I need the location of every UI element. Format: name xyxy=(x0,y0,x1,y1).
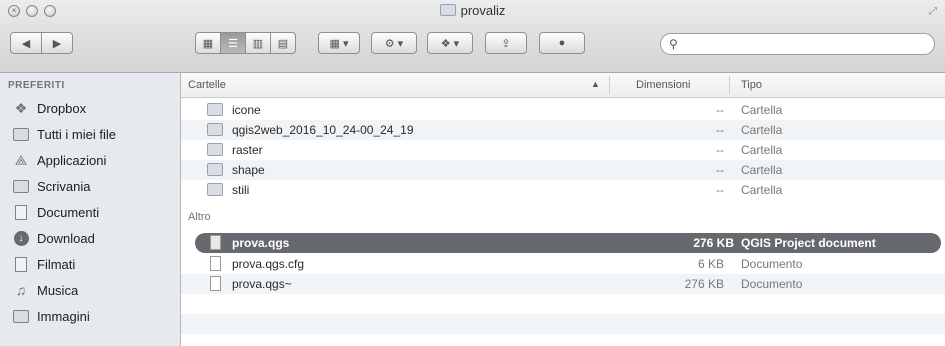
search-input[interactable]: ⚲ xyxy=(660,33,935,55)
item-kind: Documento xyxy=(741,257,803,271)
movies-icon xyxy=(12,256,30,272)
list-item[interactable]: stili -- Cartella xyxy=(181,180,945,200)
item-size: -- xyxy=(716,103,724,117)
group-heading-other: Altro xyxy=(188,211,211,223)
item-name: stili xyxy=(232,183,250,197)
icon-view-button[interactable]: ▦ xyxy=(195,32,221,54)
sidebar-item-label: Musica xyxy=(37,282,79,298)
item-kind: QGIS Project document xyxy=(741,236,876,250)
folder-icon xyxy=(439,4,456,16)
sidebar-item-label: Applicazioni xyxy=(37,152,107,168)
list-view-button[interactable]: ☰ xyxy=(220,32,246,54)
item-size: 6 KB xyxy=(697,257,724,271)
file-list: Cartelle ▲ Dimensioni Tipo icone -- Cart… xyxy=(181,73,945,346)
tags-button[interactable]: ● xyxy=(539,32,585,54)
sidebar-item-label: Immagini xyxy=(37,308,90,324)
action-gear-button[interactable]: ⚙ ▾ xyxy=(371,32,417,54)
document-icon xyxy=(210,256,221,271)
item-size: 276 KB xyxy=(684,277,724,291)
list-item[interactable]: prova.qgs~ 276 KB Documento xyxy=(181,274,945,294)
sidebar-item-label: Scrivania xyxy=(37,178,91,194)
list-item-selected[interactable]: prova.qgs 276 KB QGIS Project document xyxy=(195,233,941,253)
item-kind: Documento xyxy=(741,277,803,291)
documents-icon xyxy=(12,204,30,220)
document-icon xyxy=(210,276,221,291)
applications-icon: ⟁ xyxy=(14,151,28,168)
sidebar-item-label: Dropbox xyxy=(37,100,87,116)
item-size: -- xyxy=(716,123,724,137)
item-kind: Cartella xyxy=(741,143,783,157)
back-button[interactable]: ◀ xyxy=(10,32,42,54)
list-item[interactable]: prova.qgs.cfg 6 KB Documento xyxy=(181,254,945,274)
item-size: -- xyxy=(716,143,724,157)
coverflow-view-button[interactable]: ▤ xyxy=(270,32,296,54)
item-name: prova.qgs.cfg xyxy=(232,257,305,271)
view-buttons: ▦ ☰ ▥ ▤ xyxy=(195,30,296,56)
empty-row xyxy=(181,314,945,334)
folder-icon xyxy=(207,163,223,176)
item-size: 276 KB xyxy=(693,236,734,250)
nav-buttons: ◀ ▶ xyxy=(10,30,73,56)
finder-window: × provaliz ⤢ ◀ ▶ ▦ ☰ ▥ ▤ ▦ ▾ ⚙ ▾ ❖ ▾ ⇪ ● xyxy=(0,0,945,346)
arrange-button[interactable]: ▦ ▾ xyxy=(318,32,360,54)
sidebar-item-applications[interactable]: ⟁ Applicazioni xyxy=(0,147,180,173)
column-header-name[interactable]: Cartelle xyxy=(188,79,226,91)
sidebar-item-dropbox[interactable]: ❖ Dropbox xyxy=(0,95,180,121)
all-files-icon xyxy=(12,126,30,142)
item-name: icone xyxy=(232,103,261,117)
sidebar-item-download[interactable]: ↓ Download xyxy=(0,225,180,251)
column-header-size[interactable]: Dimensioni xyxy=(636,79,690,91)
list-header: Cartelle ▲ Dimensioni Tipo xyxy=(181,73,945,98)
item-size: -- xyxy=(716,163,724,177)
item-name: prova.qgs xyxy=(232,236,290,250)
list-item[interactable]: qgis2web_2016_10_24-00_24_19 -- Cartella xyxy=(181,120,945,140)
item-name: qgis2web_2016_10_24-00_24_19 xyxy=(232,123,414,137)
item-kind: Cartella xyxy=(741,123,783,137)
title-bar: × provaliz ⤢ ◀ ▶ ▦ ☰ ▥ ▤ ▦ ▾ ⚙ ▾ ❖ ▾ ⇪ ● xyxy=(0,0,945,73)
item-kind: Cartella xyxy=(741,163,783,177)
item-size: -- xyxy=(716,183,724,197)
sidebar-item-music[interactable]: ♫ Musica xyxy=(0,277,180,303)
item-name: prova.qgs~ xyxy=(232,277,292,291)
dropbox-button[interactable]: ❖ ▾ xyxy=(427,32,473,54)
dropbox-icon: ❖ xyxy=(14,99,28,116)
search-icon: ⚲ xyxy=(669,37,678,51)
desktop-icon xyxy=(12,178,30,194)
column-view-button[interactable]: ▥ xyxy=(245,32,271,54)
folder-icon xyxy=(207,123,223,136)
music-icon: ♫ xyxy=(15,282,27,298)
sidebar-item-label: Tutti i miei file xyxy=(37,126,116,142)
empty-row xyxy=(181,294,945,314)
item-name: raster xyxy=(232,143,263,157)
sort-ascending-icon: ▲ xyxy=(591,79,600,89)
window-title: provaliz xyxy=(0,3,945,18)
forward-button[interactable]: ▶ xyxy=(41,32,73,54)
list-item[interactable]: icone -- Cartella xyxy=(181,100,945,120)
sidebar-item-documents[interactable]: Documenti xyxy=(0,199,180,225)
fullscreen-icon[interactable]: ⤢ xyxy=(929,6,937,17)
folder-icon xyxy=(207,103,223,116)
item-name: shape xyxy=(232,163,265,177)
share-button[interactable]: ⇪ xyxy=(485,32,527,54)
list-item[interactable]: raster -- Cartella xyxy=(181,140,945,160)
window-title-text: provaliz xyxy=(460,3,506,18)
sidebar-item-movies[interactable]: Filmati xyxy=(0,251,180,277)
item-kind: Cartella xyxy=(741,103,783,117)
sidebar-item-label: Filmati xyxy=(37,256,76,272)
folder-icon xyxy=(207,143,223,156)
document-icon xyxy=(210,235,221,250)
sidebar-item-desktop[interactable]: Scrivania xyxy=(0,173,180,199)
pictures-icon xyxy=(12,308,30,324)
column-header-kind[interactable]: Tipo xyxy=(741,79,762,91)
folder-icon xyxy=(207,183,223,196)
sidebar-item-pictures[interactable]: Immagini xyxy=(0,303,180,329)
sidebar-item-label: Download xyxy=(37,230,95,246)
item-kind: Cartella xyxy=(741,183,783,197)
sidebar-item-all-files[interactable]: Tutti i miei file xyxy=(0,121,180,147)
download-icon: ↓ xyxy=(12,230,30,246)
sidebar-heading: PREFERITI xyxy=(8,80,65,91)
list-item[interactable]: shape -- Cartella xyxy=(181,160,945,180)
sidebar-item-label: Documenti xyxy=(37,204,100,220)
sidebar: PREFERITI ❖ Dropbox Tutti i miei file ⟁ … xyxy=(0,73,181,346)
